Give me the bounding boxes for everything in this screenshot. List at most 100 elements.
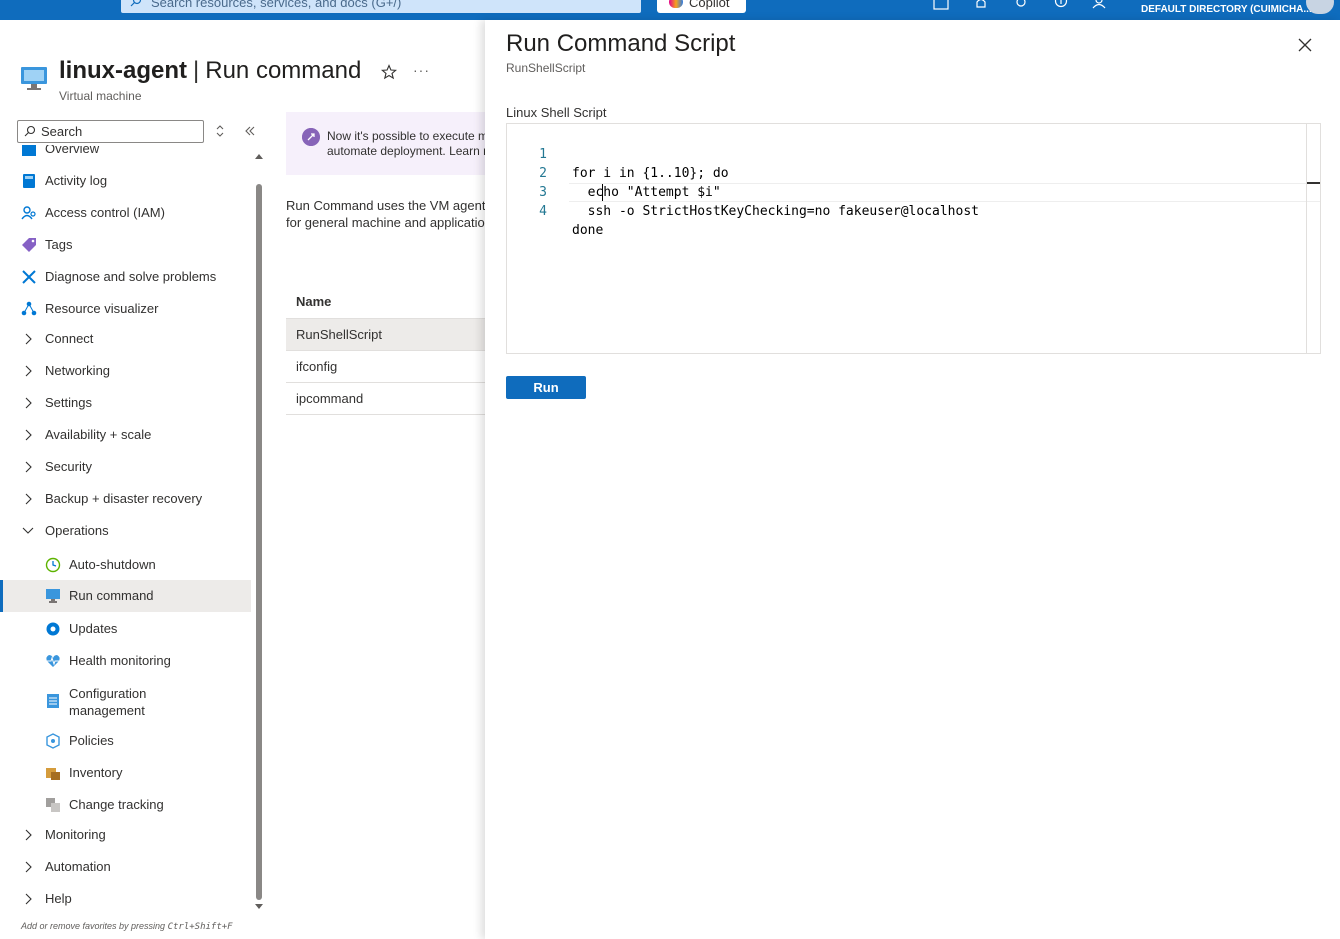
run-button[interactable]: Run — [506, 376, 586, 399]
banner-line-2: automate deployment. Learn r — [327, 144, 488, 158]
panel-subtitle: RunShellScript — [506, 61, 586, 75]
scroll-up-icon[interactable] — [254, 152, 264, 160]
overview-ruler-cursor — [1307, 182, 1320, 184]
feedback-icon[interactable] — [1090, 0, 1108, 12]
page-name: Run command — [205, 57, 362, 84]
info-banner: Now it's possible to execute m automate … — [286, 112, 496, 175]
sidebar-item-run-command[interactable]: Run command — [0, 580, 251, 612]
clock-icon — [45, 557, 61, 573]
run-command-icon — [46, 589, 60, 603]
sidebar-item-label: Availability + scale — [45, 427, 152, 442]
gear-icon[interactable] — [1012, 0, 1030, 12]
sidebar-item-networking[interactable]: Networking — [0, 355, 251, 387]
table-row[interactable]: ipcommand — [286, 383, 491, 415]
code-line[interactable]: 1 for i in {1..10}; do — [507, 126, 1307, 181]
chevron-right-icon — [25, 365, 32, 377]
sidebar-item-label: Configuration management — [69, 686, 147, 718]
sidebar-item-iam[interactable]: Access control (IAM) — [0, 197, 251, 229]
expand-collapse-icon[interactable] — [215, 124, 225, 138]
sidebar-item-backup[interactable]: Backup + disaster recovery — [0, 483, 251, 515]
sidebar-item-label: Backup + disaster recovery — [45, 491, 203, 506]
code-line[interactable]: 2 echo "Attempt $i" — [507, 145, 1307, 200]
copilot-button[interactable]: Copilot — [657, 0, 746, 13]
star-icon[interactable] — [381, 64, 397, 80]
favorites-hint-keys: Ctrl+Shift+F — [167, 922, 233, 932]
activity-log-icon — [23, 174, 35, 188]
policy-icon — [46, 733, 60, 749]
table-row[interactable]: RunShellScript — [286, 319, 491, 351]
help-icon[interactable] — [1052, 0, 1070, 12]
scroll-down-icon[interactable] — [254, 903, 264, 911]
script-editor[interactable]: 1 for i in {1..10}; do 2 echo "Attempt $… — [506, 123, 1321, 354]
search-icon — [130, 0, 142, 7]
sidebar-item-diagnose[interactable]: Diagnose and solve problems — [0, 261, 251, 293]
top-bar: Search resources, services, and docs (G+… — [0, 0, 1340, 20]
sidebar-item-connect[interactable]: Connect — [0, 323, 251, 355]
sidebar-item-updates[interactable]: Updates — [0, 613, 251, 645]
sidebar-item-security[interactable]: Security — [0, 451, 251, 483]
table-header-name[interactable]: Name — [296, 294, 331, 309]
sidebar-item-policies[interactable]: Policies — [0, 725, 251, 757]
code-line[interactable]: 4 done — [507, 183, 1307, 238]
sidebar-item-label: Activity log — [45, 173, 108, 188]
sidebar-item-label: Run command — [69, 588, 154, 603]
more-options-icon[interactable]: ··· — [413, 62, 430, 78]
favorites-hint-text: Add or remove favorites by pressing — [21, 921, 168, 931]
sidebar-item-monitoring[interactable]: Monitoring — [0, 819, 251, 851]
sidebar-item-label: Settings — [45, 395, 92, 410]
chevron-right-icon — [25, 829, 32, 841]
banner-line-1: Now it's possible to execute m — [327, 129, 489, 143]
sidebar-item-label: Access control (IAM) — [45, 205, 165, 220]
sidebar-item-tags[interactable]: Tags — [0, 229, 251, 261]
banner-text: Now it's possible to execute m automate … — [327, 129, 488, 159]
chevron-right-icon — [25, 397, 32, 409]
sidebar-item-change-tracking[interactable]: Change tracking — [0, 789, 251, 821]
script-field-label: Linux Shell Script — [506, 105, 607, 120]
sidebar-item-settings[interactable]: Settings — [0, 387, 251, 419]
description-line-2: for general machine and applicatio — [286, 215, 485, 230]
sidebar-item-resource-visualizer[interactable]: Resource visualizer — [0, 293, 251, 325]
sidebar-item-inventory[interactable]: Inventory — [0, 757, 251, 789]
chevron-right-icon — [25, 893, 32, 905]
sidebar-item-auto-shutdown[interactable]: Auto-shutdown — [0, 549, 251, 581]
rocket-icon — [302, 128, 320, 146]
sidebar-item-automation[interactable]: Automation — [0, 851, 251, 883]
editor-scrollbar[interactable] — [1306, 124, 1307, 353]
sidebar-scrollbar[interactable] — [256, 184, 262, 900]
chevron-right-icon — [25, 429, 32, 441]
bell-icon[interactable] — [972, 0, 990, 12]
sidebar-item-label: Security — [45, 459, 92, 474]
sidebar-item-label: Diagnose and solve problems — [45, 269, 217, 284]
sidebar-item-label: Automation — [45, 859, 111, 874]
global-search-input[interactable]: Search resources, services, and docs (G+… — [121, 0, 641, 13]
sidebar-item-label: Monitoring — [45, 827, 106, 842]
sidebar-item-help[interactable]: Help — [0, 883, 251, 915]
sidebar-item-label: Help — [45, 891, 72, 906]
code-text: done — [572, 223, 604, 238]
copilot-label: Copilot — [689, 0, 730, 10]
heart-pulse-icon — [46, 655, 60, 667]
sidebar-item-label: Overview — [45, 145, 100, 156]
copilot-icon — [669, 0, 683, 8]
sidebar-item-availability-scale[interactable]: Availability + scale — [0, 419, 251, 451]
sidebar-item-configuration-management[interactable]: Configuration management — [0, 681, 251, 721]
code-text: ssh -o StrictHostKeyChecking=no fakeuser… — [572, 204, 979, 219]
cloud-shell-icon[interactable] — [932, 0, 950, 12]
chevron-right-icon — [25, 461, 32, 473]
close-icon[interactable] — [1296, 36, 1314, 54]
table-row[interactable]: ifconfig — [286, 351, 491, 383]
sidebar-item-operations[interactable]: Operations — [0, 515, 251, 547]
sidebar-search-placeholder: Search — [41, 124, 83, 139]
title-separator: | — [193, 57, 200, 84]
sidebar-search-input[interactable]: Search — [17, 120, 204, 143]
sidebar-item-health-monitoring[interactable]: Health monitoring — [0, 645, 251, 677]
code-line[interactable]: 3 ssh -o StrictHostKeyChecking=no fakeus… — [507, 164, 1307, 219]
sidebar-item-label: Auto-shutdown — [69, 557, 156, 572]
sidebar-item-overview[interactable]: Overview — [0, 145, 251, 165]
sidebar-item-activity-log[interactable]: Activity log — [0, 165, 251, 197]
sidebar-item-label: Health monitoring — [69, 653, 171, 668]
collapse-sidebar-icon[interactable] — [244, 125, 256, 137]
resource-type: Virtual machine — [59, 89, 142, 103]
overview-icon — [22, 145, 36, 156]
directory-label[interactable]: DEFAULT DIRECTORY (CUIMICHA... — [1141, 4, 1312, 15]
